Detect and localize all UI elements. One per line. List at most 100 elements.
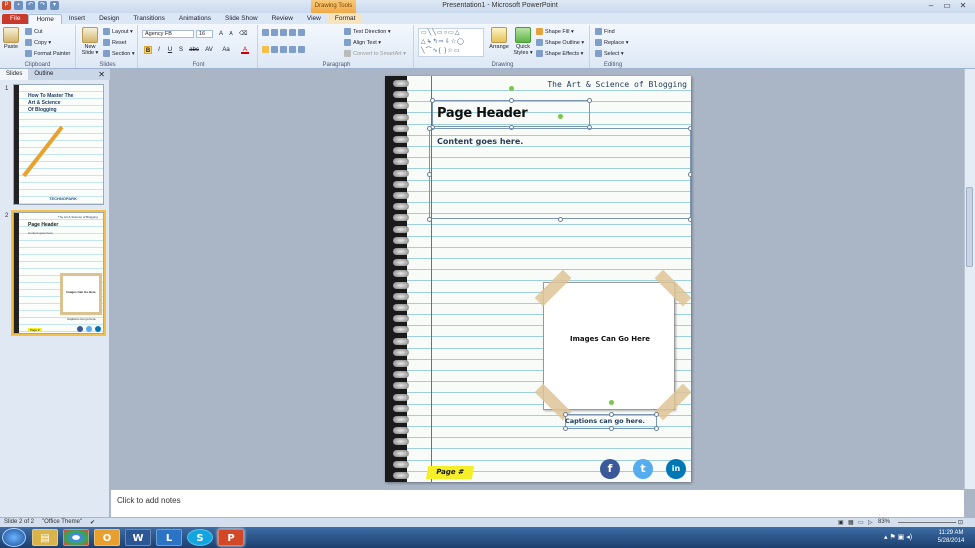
resize-handle[interactable] xyxy=(688,217,691,222)
tray-icons[interactable]: ▴ ⚑ ▣ ◂) xyxy=(884,533,912,541)
replace-button[interactable]: Replace ▾ xyxy=(595,39,628,46)
notes-pane[interactable] xyxy=(111,489,964,517)
resize-handle[interactable] xyxy=(430,98,435,103)
strikethrough-button[interactable]: abc xyxy=(188,46,200,54)
resize-handle[interactable] xyxy=(587,98,592,103)
resize-handle[interactable] xyxy=(558,217,563,222)
rotation-handle[interactable] xyxy=(558,114,563,119)
tab-design[interactable]: Design xyxy=(92,14,126,24)
shrink-font-button[interactable]: A xyxy=(227,30,235,38)
normal-view-icon[interactable]: ▣ xyxy=(838,519,844,526)
powerpoint-taskbar-icon[interactable]: P xyxy=(218,529,244,546)
underline-button[interactable]: U xyxy=(166,46,174,54)
start-button[interactable] xyxy=(2,528,26,547)
rotation-handle[interactable] xyxy=(609,400,614,405)
resize-handle[interactable] xyxy=(654,412,659,417)
tab-view[interactable]: View xyxy=(300,14,328,24)
skype-taskbar-icon[interactable]: S xyxy=(187,529,213,546)
change-case-button[interactable]: Aa xyxy=(220,46,232,54)
shape-fill-button[interactable]: Shape Fill ▾ xyxy=(536,28,574,35)
font-color-button[interactable]: A xyxy=(241,46,249,54)
tab-transitions[interactable]: Transitions xyxy=(126,14,172,24)
slide-thumbnail-1[interactable]: How To Master The Art & Science Of Blogg… xyxy=(13,84,104,205)
explorer-taskbar-icon[interactable]: ▤ xyxy=(32,529,58,546)
resize-handle[interactable] xyxy=(688,172,691,177)
resize-handle[interactable] xyxy=(509,98,514,103)
find-button[interactable]: Find xyxy=(595,28,615,35)
bold-button[interactable]: B xyxy=(144,46,152,54)
outlook-taskbar-icon[interactable]: O xyxy=(94,529,120,546)
customize-qat-icon[interactable]: ▾ xyxy=(50,1,59,10)
tab-slide-show[interactable]: Slide Show xyxy=(218,14,265,24)
align-buttons[interactable] xyxy=(262,46,305,53)
tab-file[interactable]: File xyxy=(2,14,29,24)
layout-button[interactable]: Layout ▾ xyxy=(103,28,133,35)
save-icon[interactable]: ▪ xyxy=(14,1,23,10)
facebook-icon[interactable]: f xyxy=(600,459,620,479)
resize-handle[interactable] xyxy=(609,426,614,431)
word-taskbar-icon[interactable]: W xyxy=(125,529,151,546)
minimize-button[interactable]: – xyxy=(924,1,938,11)
lync-taskbar-icon[interactable]: L xyxy=(156,529,182,546)
tab-review[interactable]: Review xyxy=(265,14,300,24)
page-number-badge[interactable]: Page # xyxy=(425,466,475,479)
chrome-taskbar-icon[interactable] xyxy=(63,529,89,546)
image-placeholder[interactable] xyxy=(543,282,675,410)
slide-canvas[interactable]: The Art & Science of Blogging Page Heade… xyxy=(385,76,691,482)
font-size-select[interactable]: 16 xyxy=(196,30,213,38)
convert-smartart-button[interactable]: Convert to SmartArt ▾ xyxy=(344,50,406,57)
paste-button[interactable]: Paste xyxy=(3,27,19,50)
shadow-button[interactable]: S xyxy=(177,46,185,54)
slide-sorter-icon[interactable]: ▦ xyxy=(848,519,854,526)
resize-handle[interactable] xyxy=(427,126,432,131)
tab-slides[interactable]: Slides xyxy=(0,69,29,80)
arrange-button[interactable]: Arrange xyxy=(488,27,510,50)
linkedin-icon[interactable]: in xyxy=(666,459,686,479)
copy-button[interactable]: Copy ▾ xyxy=(25,39,51,46)
resize-handle[interactable] xyxy=(688,126,691,131)
font-name-select[interactable]: Agency FB xyxy=(142,30,194,38)
resize-handle[interactable] xyxy=(563,426,568,431)
content-text[interactable]: Content goes here. xyxy=(437,137,523,146)
align-text-button[interactable]: Align Text ▾ xyxy=(344,39,381,46)
fit-slide-icon[interactable]: ⊡ xyxy=(958,519,963,526)
scrollbar-thumb[interactable] xyxy=(966,187,973,267)
grow-font-button[interactable]: A xyxy=(217,30,225,38)
quick-styles-button[interactable]: Quick Styles ▾ xyxy=(512,27,534,56)
taskbar-clock[interactable]: 11:29 AM 5/28/2014 xyxy=(930,529,972,545)
reset-button[interactable]: Reset xyxy=(103,39,126,46)
slide-thumbnail-2[interactable]: The Art & Science of Blogging Page Heade… xyxy=(11,210,106,336)
section-button[interactable]: Section ▾ xyxy=(103,50,135,57)
resize-handle[interactable] xyxy=(427,217,432,222)
resize-handle[interactable] xyxy=(427,172,432,177)
shape-effects-button[interactable]: Shape Effects ▾ xyxy=(536,50,583,57)
tab-home[interactable]: Home xyxy=(28,14,62,24)
shape-outline-button[interactable]: Shape Outline ▾ xyxy=(536,39,584,46)
italic-button[interactable]: I xyxy=(155,46,163,54)
tab-format[interactable]: Format xyxy=(327,14,363,24)
twitter-icon[interactable]: t xyxy=(633,459,653,479)
shapes-gallery[interactable]: ▭╲╲▭○▭△ △↳↰⇨⇩☆◯ ╲⌒∿{ }☆▭ xyxy=(418,28,484,57)
clear-format-icon[interactable]: ⌫ xyxy=(239,30,247,38)
undo-icon[interactable]: ↶ xyxy=(26,1,35,10)
reading-view-icon[interactable]: ▭ xyxy=(858,519,864,526)
spellcheck-icon[interactable]: ✔ xyxy=(90,519,95,526)
close-button[interactable]: ✕ xyxy=(956,1,970,11)
maximize-button[interactable]: ▭ xyxy=(940,1,954,11)
vertical-scrollbar[interactable] xyxy=(964,69,975,489)
tab-insert[interactable]: Insert xyxy=(62,14,92,24)
powerpoint-app-icon[interactable]: P xyxy=(2,1,11,10)
tab-animations[interactable]: Animations xyxy=(172,14,218,24)
tab-outline[interactable]: Outline xyxy=(28,69,59,80)
panel-close-icon[interactable]: ✕ xyxy=(98,69,105,80)
zoom-level[interactable]: 83% xyxy=(878,519,890,525)
resize-handle[interactable] xyxy=(654,426,659,431)
bullets-button[interactable] xyxy=(262,29,305,36)
text-direction-button[interactable]: Text Direction ▾ xyxy=(344,28,391,35)
format-painter-button[interactable]: Format Painter xyxy=(25,50,70,57)
redo-icon[interactable]: ↷ xyxy=(38,1,47,10)
slideshow-icon[interactable]: ▷ xyxy=(868,519,873,526)
select-button[interactable]: Select ▾ xyxy=(595,50,624,57)
notes-placeholder[interactable]: Click to add notes xyxy=(117,496,181,505)
slide-top-title[interactable]: The Art & Science of Blogging xyxy=(535,80,687,89)
